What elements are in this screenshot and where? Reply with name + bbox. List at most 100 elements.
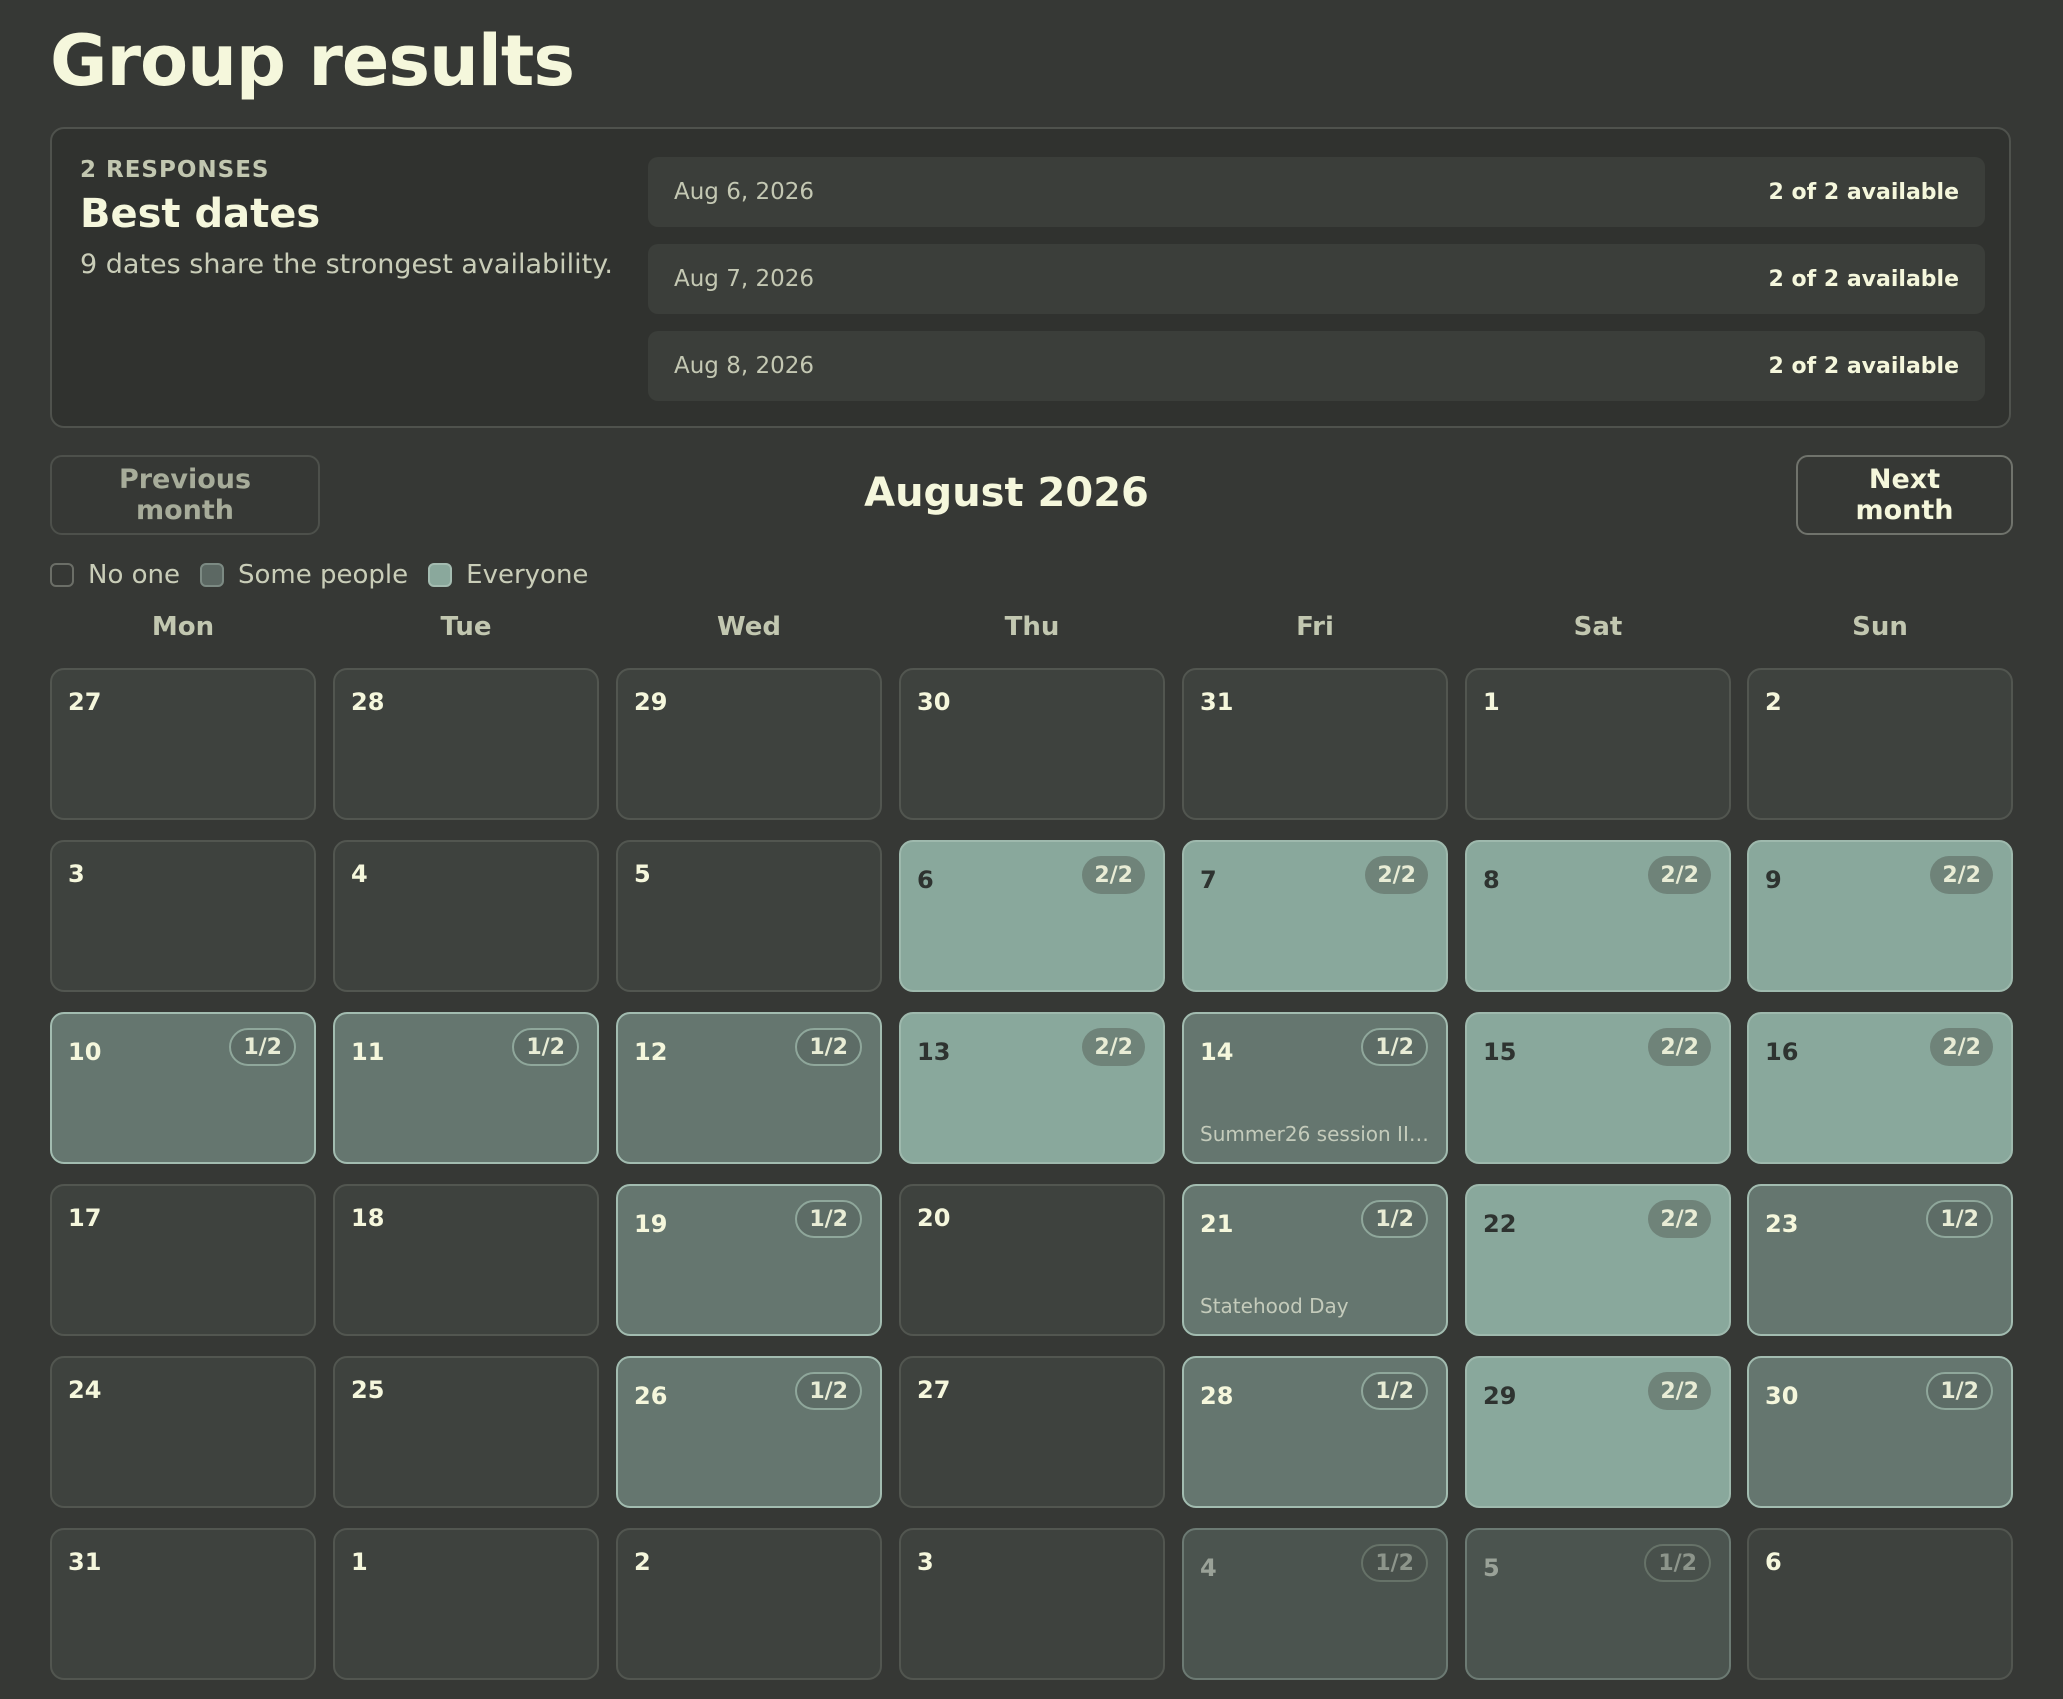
day-number: 1 xyxy=(1483,688,1500,716)
best-date-label: Aug 7, 2026 xyxy=(674,266,815,292)
legend-swatch-everyone xyxy=(428,563,453,587)
calendar-day-cell[interactable]: 17 xyxy=(50,1184,316,1336)
availability-badge: 2/2 xyxy=(1365,856,1428,894)
weekday-label: Thu xyxy=(1004,612,1060,642)
calendar-day-cell[interactable]: 29 2/2 xyxy=(1465,1356,1731,1508)
calendar-day-cell[interactable]: 5 1/2 xyxy=(1465,1528,1731,1680)
day-number: 5 xyxy=(634,860,651,888)
day-number: 11 xyxy=(351,1038,385,1066)
day-number: 10 xyxy=(68,1038,102,1066)
day-number: 23 xyxy=(1765,1210,1799,1238)
calendar-day-cell[interactable]: 30 xyxy=(899,668,1165,820)
calendar-day-cell[interactable]: 24 xyxy=(50,1356,316,1508)
calendar-day-cell[interactable]: 20 xyxy=(899,1184,1165,1336)
day-number: 9 xyxy=(1765,866,1782,894)
calendar-day-cell[interactable]: 27 xyxy=(899,1356,1165,1508)
availability-badge: 2/2 xyxy=(1930,1028,1993,1066)
day-number: 26 xyxy=(634,1382,668,1410)
calendar-day-cell[interactable]: 2 xyxy=(616,1528,882,1680)
calendar-day-cell[interactable]: 3 xyxy=(50,840,316,992)
calendar-day-cell[interactable]: 8 2/2 xyxy=(1465,840,1731,992)
calendar-day-cell[interactable]: 23 1/2 xyxy=(1747,1184,2013,1336)
legend-label: Some people xyxy=(238,560,409,590)
calendar-day-cell[interactable]: 31 xyxy=(50,1528,316,1680)
availability-badge: 1/2 xyxy=(795,1028,862,1066)
calendar-day-cell[interactable]: 28 xyxy=(333,668,599,820)
availability-badge: 2/2 xyxy=(1082,856,1145,894)
availability-badge: 1/2 xyxy=(1644,1544,1711,1582)
day-number: 6 xyxy=(1765,1548,1782,1576)
day-number: 13 xyxy=(917,1038,951,1066)
calendar-day-cell[interactable]: 4 xyxy=(333,840,599,992)
availability-badge: 2/2 xyxy=(1648,856,1711,894)
calendar-day-cell[interactable]: 1 xyxy=(333,1528,599,1680)
day-number: 24 xyxy=(68,1376,102,1404)
availability-badge: 1/2 xyxy=(1361,1200,1428,1238)
calendar-day-cell[interactable]: 14 1/2 Summer26 session II ... xyxy=(1182,1012,1448,1164)
availability-badge: 2/2 xyxy=(1648,1372,1711,1410)
availability-badge: 1/2 xyxy=(795,1372,862,1410)
calendar-day-cell[interactable]: 3 xyxy=(899,1528,1165,1680)
legend-swatch-some-people xyxy=(200,563,225,587)
legend-swatch-no-one xyxy=(50,563,74,587)
day-number: 29 xyxy=(634,688,668,716)
legend-item-everyone: Everyone xyxy=(428,560,588,590)
day-number: 5 xyxy=(1483,1554,1500,1582)
availability-badge: 1/2 xyxy=(1361,1028,1428,1066)
best-dates-list: Aug 6, 2026 2 of 2 available Aug 7, 2026… xyxy=(648,157,1985,418)
calendar-day-cell[interactable]: 10 1/2 xyxy=(50,1012,316,1164)
best-date-row[interactable]: Aug 8, 2026 2 of 2 available xyxy=(648,331,1985,401)
day-number: 6 xyxy=(917,866,934,894)
day-number: 21 xyxy=(1200,1210,1234,1238)
weekday-label: Tue xyxy=(440,612,492,642)
availability-badge: 1/2 xyxy=(229,1028,296,1066)
best-date-row[interactable]: Aug 7, 2026 2 of 2 available xyxy=(648,244,1985,314)
calendar-day-cell[interactable]: 15 2/2 xyxy=(1465,1012,1731,1164)
day-number: 3 xyxy=(917,1548,934,1576)
availability-badge: 1/2 xyxy=(1361,1544,1428,1582)
weekday-label: Mon xyxy=(151,612,215,642)
calendar-day-cell[interactable]: 11 1/2 xyxy=(333,1012,599,1164)
calendar-day-cell[interactable]: 4 1/2 xyxy=(1182,1528,1448,1680)
next-month-button[interactable]: Next month xyxy=(1796,455,2013,535)
calendar-day-cell[interactable]: 21 1/2 Statehood Day xyxy=(1182,1184,1448,1336)
best-date-row[interactable]: Aug 6, 2026 2 of 2 available xyxy=(648,157,1985,227)
weekday-header: Mon Tue Wed Thu Fri Sat Sun xyxy=(50,612,2013,648)
calendar-day-cell[interactable]: 30 1/2 xyxy=(1747,1356,2013,1508)
calendar-day-cell[interactable]: 6 xyxy=(1747,1528,2013,1680)
calendar-day-cell[interactable]: 28 1/2 xyxy=(1182,1356,1448,1508)
weekday-label: Sat xyxy=(1573,612,1623,642)
calendar-day-cell[interactable]: 18 xyxy=(333,1184,599,1336)
calendar-day-cell[interactable]: 16 2/2 xyxy=(1747,1012,2013,1164)
availability-badge: 2/2 xyxy=(1082,1028,1145,1066)
calendar-day-cell[interactable]: 12 1/2 xyxy=(616,1012,882,1164)
calendar-day-cell[interactable]: 27 xyxy=(50,668,316,820)
day-number: 22 xyxy=(1483,1210,1517,1238)
day-number: 2 xyxy=(1765,688,1782,716)
day-number: 2 xyxy=(634,1548,651,1576)
calendar-day-cell[interactable]: 25 xyxy=(333,1356,599,1508)
calendar-day-cell[interactable]: 5 xyxy=(616,840,882,992)
best-dates-title: Best dates xyxy=(80,191,321,237)
day-number: 31 xyxy=(68,1548,102,1576)
day-number: 14 xyxy=(1200,1038,1234,1066)
availability-legend: No one Some people Everyone xyxy=(50,560,608,590)
availability-badge: 2/2 xyxy=(1930,856,1993,894)
calendar-day-cell[interactable]: 26 1/2 xyxy=(616,1356,882,1508)
calendar-day-cell[interactable]: 22 2/2 xyxy=(1465,1184,1731,1336)
calendar-day-cell[interactable]: 1 xyxy=(1465,668,1731,820)
calendar-day-cell[interactable]: 29 xyxy=(616,668,882,820)
day-number: 30 xyxy=(1765,1382,1799,1410)
day-number: 4 xyxy=(351,860,368,888)
calendar-day-cell[interactable]: 2 xyxy=(1747,668,2013,820)
calendar-day-cell[interactable]: 7 2/2 xyxy=(1182,840,1448,992)
best-dates-summary: 2 RESPONSES Best dates 9 dates share the… xyxy=(80,157,640,280)
calendar-day-cell[interactable]: 9 2/2 xyxy=(1747,840,2013,992)
day-number: 16 xyxy=(1765,1038,1799,1066)
day-number: 20 xyxy=(917,1204,951,1232)
best-date-label: Aug 8, 2026 xyxy=(674,353,815,379)
calendar-day-cell[interactable]: 6 2/2 xyxy=(899,840,1165,992)
calendar-day-cell[interactable]: 31 xyxy=(1182,668,1448,820)
calendar-day-cell[interactable]: 19 1/2 xyxy=(616,1184,882,1336)
calendar-day-cell[interactable]: 13 2/2 xyxy=(899,1012,1165,1164)
